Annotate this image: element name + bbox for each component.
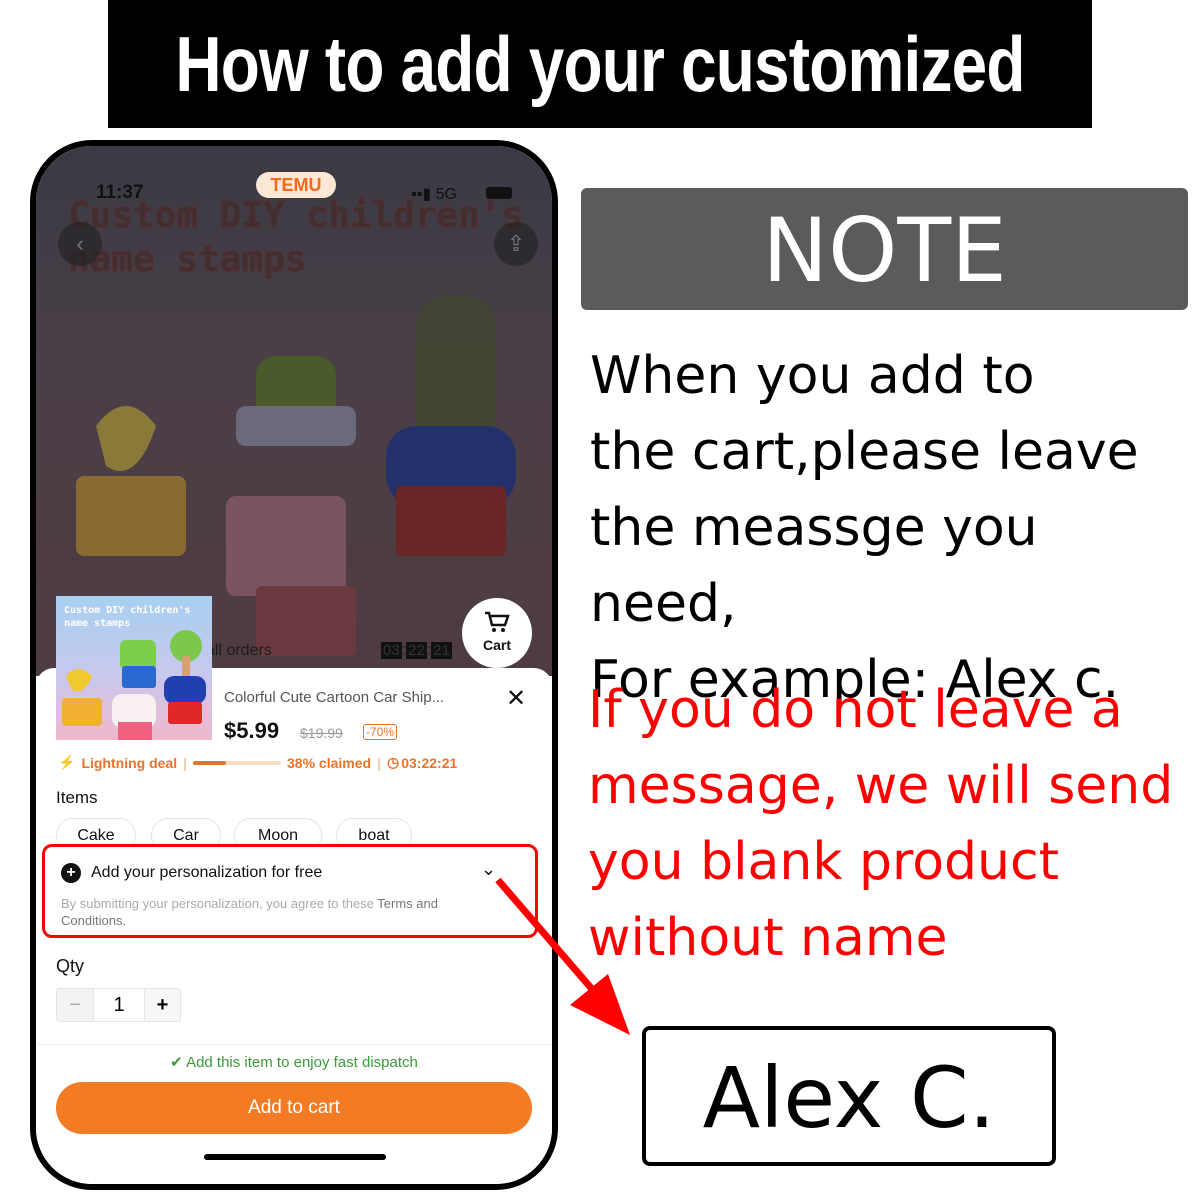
lightning-deal-row: ⚡ Lightning deal | 38% claimed | ◷ 03:22:… [58,754,458,771]
deal-timer: 03:22:21 [401,754,458,771]
personalization-note: By submitting your personalization, you … [61,895,501,929]
close-button[interactable]: ✕ [506,684,526,713]
banner-title: How to add your customized text? [108,0,1092,236]
status-time: 11:37 [96,182,144,203]
discount-badge: -70% [363,724,398,740]
cart-icon [485,611,510,632]
quantity-stepper: − 1 + [56,988,181,1022]
note-end: . [122,913,127,928]
cart-label: Cart [482,637,511,653]
chevron-left-icon: ‹ [76,231,84,256]
share-icon: ⇪ [506,231,526,256]
personalization-title: Add your personalization for free [91,864,323,881]
note-instructions: When you add to the cart,please leave th… [590,346,1139,710]
network-label: 5G [435,186,457,203]
note-warning: If you do not leave a message, we will s… [588,680,1174,968]
deal-label: Lightning deal [81,754,178,771]
product-name: Colorful Cute Cartoon Car Ship... [224,689,445,706]
gallery-title: Custom DIY children's name stamps [68,195,524,281]
claimed-progress-fill [193,760,227,765]
signal-icon: ▪▪▮ [411,186,436,203]
orders-text: all orders [206,642,272,659]
personalization-section[interactable]: + Add your personalization for free ⌄ By… [42,844,538,938]
quantity-input[interactable]: 1 [93,989,145,1021]
items-label: Items [56,788,98,807]
decrease-button[interactable]: − [57,989,93,1021]
back-button[interactable]: ‹ [58,222,102,266]
dispatch-text: Add this item to enjoy fast dispatch [186,1054,418,1071]
increase-button[interactable]: + [145,989,180,1021]
clock-icon: ◷ [387,754,400,770]
product-thumbnail: Custom DIY children's name stamps [56,596,212,740]
plus-circle-icon: + [61,863,81,883]
close-icon: ✕ [506,685,527,712]
example-text-box: Alex C. [642,1026,1056,1166]
timer-hours: 03 [381,642,402,659]
timer-seconds: 21 [431,642,452,659]
claimed-progress-bar [193,760,282,765]
lightning-icon: ⚡ [58,754,76,770]
battery-icon [486,187,512,199]
claimed-text: 38% claimed [287,754,372,771]
product-price: $5.99 [224,718,280,743]
countdown-timer: 03:22:21 [381,642,452,659]
share-button[interactable]: ⇪ [494,222,538,266]
note-heading: NOTE [581,188,1188,310]
cart-button[interactable]: Cart [462,598,532,668]
check-icon: ✔ [170,1054,187,1071]
divider [36,1044,552,1045]
app-badge: TEMU [256,172,336,198]
qty-label: Qty [56,956,85,976]
network-status: ▪▪▮ 5G [411,184,457,204]
add-to-cart-button[interactable]: Add to cart [56,1082,532,1134]
note-text: By submitting your personalization, you … [61,896,378,911]
phone-mockup: Custom DIY children's name stamps 11:37 … [30,140,558,1190]
home-indicator [204,1154,386,1160]
timer-minutes: 22 [406,642,427,659]
fast-dispatch-notice: ✔ Add this item to enjoy fast dispatch [36,1053,552,1071]
original-price: $19.99 [300,725,343,741]
thumbnail-stamps [62,630,206,740]
